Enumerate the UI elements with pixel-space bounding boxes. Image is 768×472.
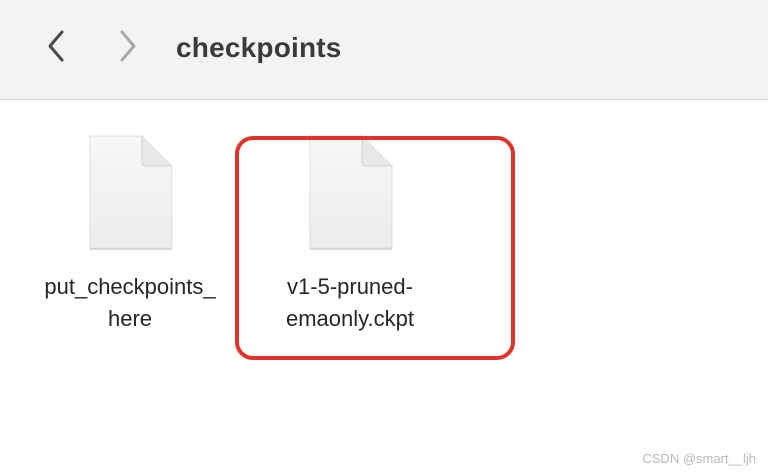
file-name: put_checkpoints_ here — [44, 274, 216, 331]
finder-window: checkpoints put_checkpoints_ here v1-5-p… — [0, 0, 768, 472]
file-item-put-checkpoints-here[interactable]: put_checkpoints_ here — [20, 134, 240, 335]
watermark: CSDN @smart__ljh — [642, 451, 756, 466]
file-grid: put_checkpoints_ here v1-5-pruned- emaon… — [0, 100, 768, 472]
chevron-right-icon — [120, 30, 136, 62]
file-item-v1-5-pruned-emaonly[interactable]: v1-5-pruned- emaonly.ckpt — [240, 134, 460, 335]
file-name: v1-5-pruned- emaonly.ckpt — [286, 274, 414, 331]
back-button[interactable] — [36, 26, 76, 66]
toolbar: checkpoints — [0, 0, 768, 100]
chevron-left-icon — [48, 30, 64, 62]
document-icon — [309, 135, 393, 250]
folder-title: checkpoints — [176, 32, 342, 63]
document-icon — [89, 135, 173, 250]
forward-button[interactable] — [108, 26, 148, 66]
